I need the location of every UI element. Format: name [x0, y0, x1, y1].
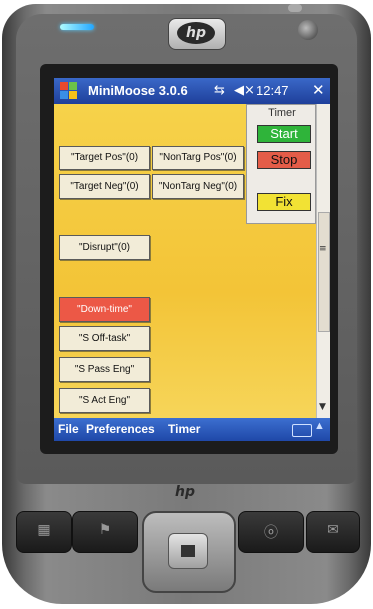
nontarg-neg-button[interactable]: "NonTarg Neg"(0)	[152, 174, 244, 199]
target-pos-button[interactable]: "Target Pos"(0)	[59, 146, 150, 170]
screen: MiniMoose 3.0.6 ⇆ ◀× 12:47 ✕ "Target Pos…	[54, 78, 330, 441]
volume-muted-icon[interactable]: ◀×	[234, 83, 255, 98]
s-off-task-button[interactable]: "S Off-task"	[59, 326, 150, 351]
menu-preferences[interactable]: Preferences	[86, 422, 155, 436]
target-neg-button[interactable]: "Target Neg"(0)	[59, 174, 150, 199]
start-button[interactable]: Start	[257, 125, 311, 143]
envelope-icon: ✉	[327, 522, 339, 538]
close-icon[interactable]: ✕	[312, 81, 325, 99]
stylus-tip	[288, 4, 302, 12]
hp-logo: hp	[168, 18, 226, 50]
keyboard-menu-arrow-icon[interactable]: ▲	[314, 420, 325, 432]
hp-logo-mark: hp	[177, 22, 215, 44]
timer-panel: Timer Start Stop Fix	[246, 104, 316, 224]
s-pass-eng-button[interactable]: "S Pass Eng"	[59, 357, 150, 382]
messaging-key[interactable]: ✉	[306, 511, 360, 553]
window-title: MiniMoose 3.0.6	[88, 83, 188, 98]
windows-flag-icon: ⚑	[98, 522, 112, 538]
vertical-scrollbar[interactable]: ≡ ▼	[316, 104, 330, 418]
scroll-down-arrow-icon[interactable]: ▼	[319, 402, 326, 412]
power-button[interactable]	[298, 20, 318, 40]
dpad-center-button[interactable]	[168, 533, 208, 569]
main-content: "Target Pos"(0) "NonTarg Pos"(0) "Target…	[54, 104, 316, 418]
s-act-eng-button[interactable]: "S Act Eng"	[59, 388, 150, 413]
calendar-key[interactable]: ▦	[16, 511, 72, 553]
dpad-center-mark	[181, 545, 195, 557]
down-time-button[interactable]: "Down-time"	[59, 297, 150, 322]
title-bar: MiniMoose 3.0.6 ⇆ ◀× 12:47 ✕	[54, 78, 330, 104]
signal-icon[interactable]: ⇆	[214, 83, 225, 98]
clock[interactable]: 12:47	[256, 83, 289, 98]
notification-led	[60, 24, 94, 30]
scroll-thumb[interactable]	[318, 212, 330, 332]
fix-button[interactable]: Fix	[257, 193, 311, 211]
nontarg-pos-button[interactable]: "NonTarg Pos"(0)	[152, 146, 244, 170]
menu-bar: File Preferences Timer ▲	[54, 418, 330, 441]
hp-lower-logo: hp	[175, 484, 195, 500]
windows-key[interactable]: ⚑	[72, 511, 138, 553]
menu-file[interactable]: File	[58, 422, 79, 436]
disrupt-button[interactable]: "Disrupt"(0)	[59, 235, 150, 260]
ok-icon: ⓞ	[264, 525, 278, 541]
navigation-pad[interactable]	[142, 511, 236, 593]
start-menu-icon[interactable]	[60, 82, 78, 100]
calendar-icon: ▦	[37, 522, 51, 538]
ok-key[interactable]: ⓞ	[238, 511, 304, 553]
keyboard-icon[interactable]	[292, 424, 312, 437]
timer-label: Timer	[268, 107, 296, 119]
menu-timer[interactable]: Timer	[168, 422, 200, 436]
scroll-grip-icon: ≡	[319, 244, 327, 254]
stop-button[interactable]: Stop	[257, 151, 311, 169]
